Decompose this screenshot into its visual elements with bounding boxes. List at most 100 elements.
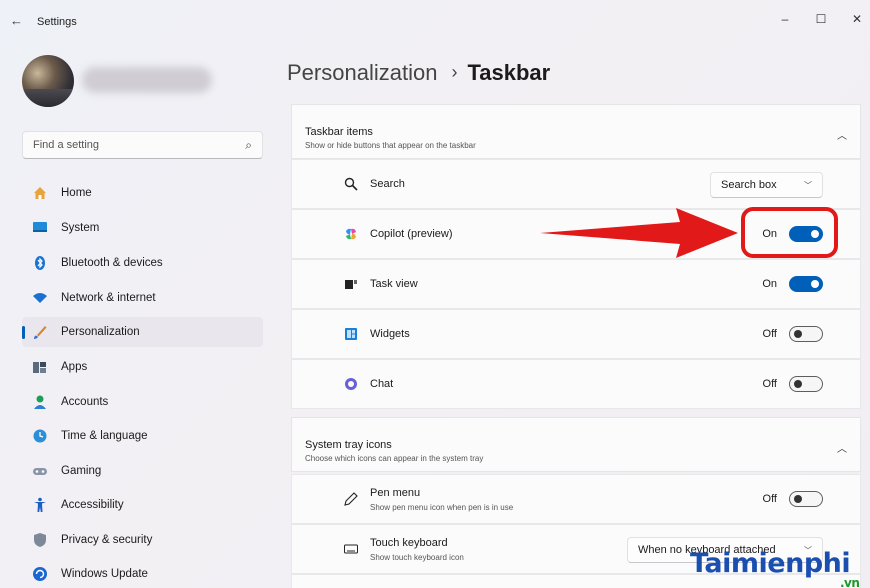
sidebar-item-label: Apps (61, 361, 88, 373)
toggle-knob (794, 330, 802, 338)
sidebar-item-network[interactable]: Network & internet (22, 283, 263, 313)
watermark-suffix: .vn (840, 576, 860, 588)
profile-name-blurred (82, 67, 212, 93)
setting-description: Show pen menu icon when pen is in use (370, 503, 514, 512)
breadcrumb-parent[interactable]: Personalization (287, 60, 437, 85)
breadcrumb-separator: › (451, 62, 458, 82)
setting-description: Show touch keyboard icon (370, 553, 464, 562)
globe-clock-icon (33, 429, 47, 443)
sidebar-item-label: Home (61, 187, 92, 199)
toggle-state: On (762, 278, 777, 290)
setting-label: Copilot (preview) (370, 228, 453, 240)
sidebar-item-label: Gaming (61, 465, 102, 477)
toggle-knob (794, 495, 802, 503)
sidebar-item-label: Privacy & security (61, 534, 153, 546)
toggle-state: Off (762, 493, 777, 505)
task-view-icon (345, 280, 357, 289)
sidebar-item-gaming[interactable]: Gaming (22, 456, 263, 486)
chat-icon (345, 378, 357, 390)
setting-row-pen-menu: Pen menu Show pen menu icon when pen is … (291, 474, 861, 524)
minimize-button[interactable]: – (770, 8, 800, 30)
active-indicator (22, 326, 25, 339)
watermark-text: Taimienphi (690, 548, 851, 579)
section-subtitle: Choose which icons can appear in the sys… (305, 454, 484, 463)
sidebar-item-accessibility[interactable]: Accessibility (22, 490, 263, 520)
setting-label: Touch keyboard (370, 537, 448, 549)
gamepad-icon (33, 468, 47, 475)
setting-label: Pen menu (370, 487, 421, 499)
taskbar-items-header[interactable]: Taskbar items Show or hide buttons that … (291, 104, 861, 159)
sidebar-item-time-language[interactable]: Time & language (22, 421, 263, 451)
search-icon: ⌕ (245, 138, 252, 152)
setting-label: Chat (370, 378, 394, 390)
sidebar-item-privacy[interactable]: Privacy & security (22, 525, 263, 555)
dropdown-value: Search box (721, 179, 777, 191)
annotation-arrow (540, 208, 738, 258)
apps-icon (33, 362, 46, 373)
sidebar-item-label: Accounts (61, 396, 109, 408)
accessibility-icon (34, 497, 46, 512)
watermark-logo: Taimienphi .vn (690, 548, 860, 588)
keyboard-icon (344, 544, 358, 554)
setting-label: Search (370, 178, 405, 190)
sidebar-item-label: Personalization (61, 326, 140, 338)
title-bar: ← Settings – ☐ ✕ (0, 0, 870, 40)
app-title: Settings (37, 16, 77, 28)
sidebar-item-label: Windows Update (61, 568, 148, 580)
sidebar-item-label: Network & internet (61, 292, 156, 304)
pen-icon (344, 492, 358, 506)
toggle-state: Off (762, 328, 777, 340)
sidebar-item-label: Bluetooth & devices (61, 257, 163, 269)
toggle-state: Off (762, 378, 777, 390)
sidebar-item-accounts[interactable]: Accounts (22, 387, 263, 417)
search-placeholder: Find a setting (33, 139, 100, 151)
sidebar-item-label: Accessibility (61, 499, 124, 511)
setting-label: Task view (370, 278, 418, 290)
sidebar-item-home[interactable]: Home (22, 178, 263, 208)
page-title: Taskbar (467, 60, 551, 85)
monitor-icon (33, 222, 47, 232)
pen-menu-toggle[interactable] (789, 491, 823, 507)
breadcrumb: Personalization › Taskbar (287, 60, 550, 86)
setting-label: Widgets (370, 328, 410, 340)
setting-row-widgets: Widgets Off (291, 309, 861, 359)
avatar[interactable] (22, 55, 74, 107)
maximize-button[interactable]: ☐ (806, 8, 836, 30)
sidebar-item-label: System (61, 222, 100, 234)
task-view-toggle[interactable] (789, 276, 823, 292)
sidebar-item-windows-update[interactable]: Windows Update (22, 559, 263, 588)
update-icon (33, 567, 47, 581)
widgets-icon (345, 328, 357, 340)
search-input[interactable]: Find a setting ⌕ (22, 131, 263, 159)
annotation-highlight-box (741, 207, 838, 258)
chat-toggle[interactable] (789, 376, 823, 392)
toggle-knob (811, 280, 819, 288)
arrow-left-icon: ← (10, 13, 23, 28)
search-style-dropdown[interactable]: Search box ﹀ (710, 172, 823, 198)
toggle-knob (794, 380, 802, 388)
system-tray-header[interactable]: System tray icons Choose which icons can… (291, 417, 861, 472)
chevron-up-icon[interactable]: ︿ (837, 127, 847, 142)
paintbrush-icon (34, 326, 47, 339)
wifi-icon (33, 293, 47, 303)
back-button[interactable]: ← (10, 14, 28, 28)
home-icon (34, 187, 46, 199)
search-icon (344, 177, 358, 191)
close-button[interactable]: ✕ (842, 8, 870, 30)
section-title: System tray icons (305, 439, 392, 451)
copilot-icon (346, 228, 356, 240)
chevron-down-icon: ﹀ (804, 181, 812, 190)
chevron-up-icon[interactable]: ︿ (837, 440, 847, 455)
shield-icon (34, 533, 46, 547)
section-title: Taskbar items (305, 126, 373, 138)
sidebar-item-label: Time & language (61, 430, 148, 442)
bluetooth-icon (35, 256, 45, 270)
setting-row-chat: Chat Off (291, 359, 861, 409)
person-icon (34, 395, 46, 409)
widgets-toggle[interactable] (789, 326, 823, 342)
sidebar-item-bluetooth[interactable]: Bluetooth & devices (22, 248, 263, 278)
sidebar-item-system[interactable]: System (22, 213, 263, 243)
section-subtitle: Show or hide buttons that appear on the … (305, 141, 476, 150)
sidebar-item-personalization[interactable]: Personalization (22, 317, 263, 347)
sidebar-item-apps[interactable]: Apps (22, 352, 263, 382)
